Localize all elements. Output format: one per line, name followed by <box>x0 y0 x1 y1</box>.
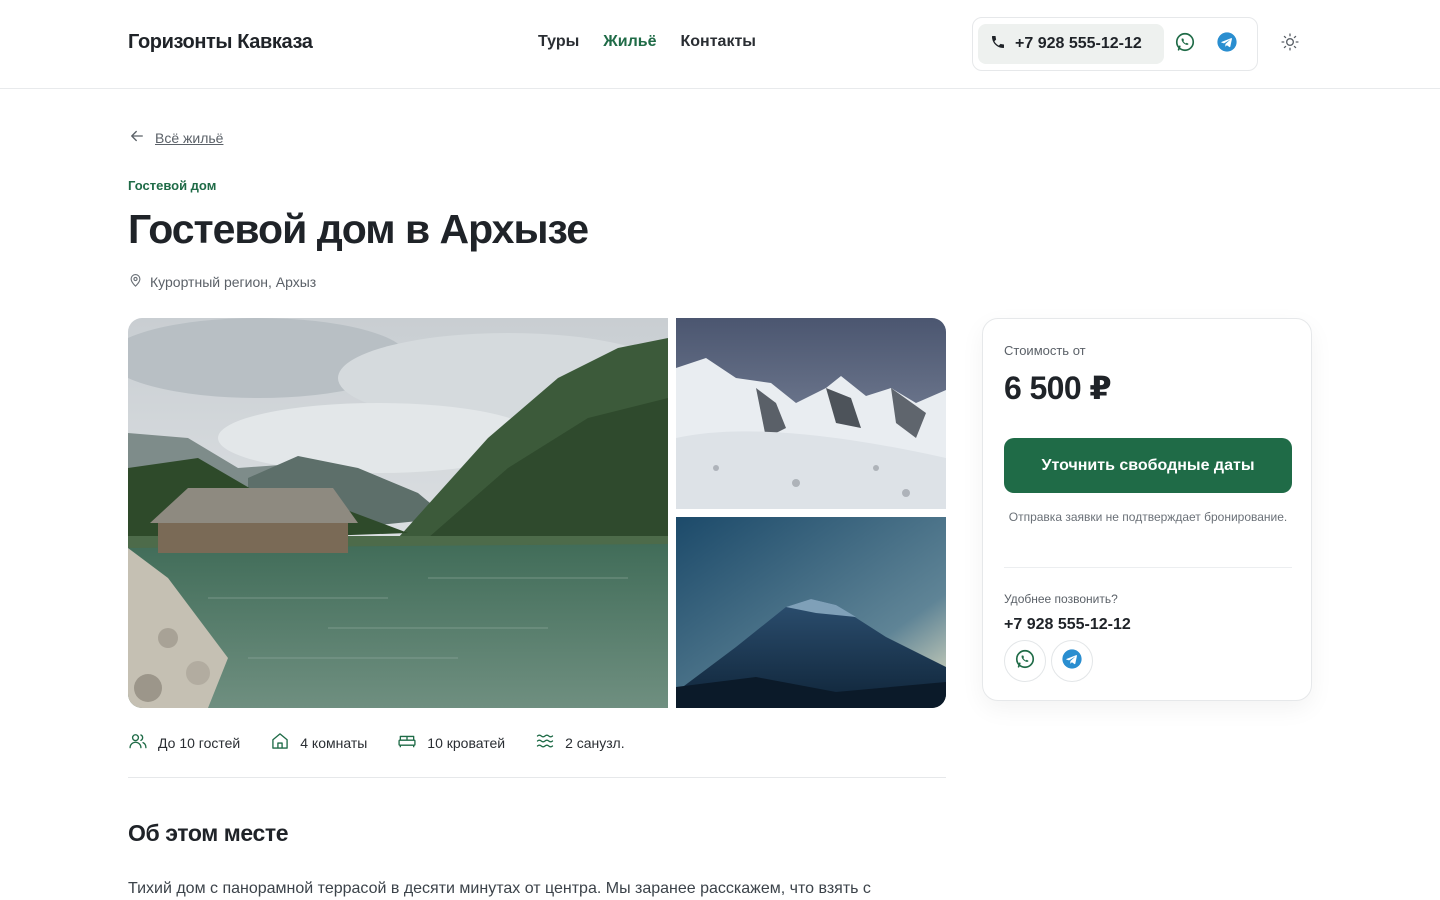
bed-icon <box>397 731 417 754</box>
gallery-photo-snow-peaks[interactable] <box>676 318 946 509</box>
nav-contacts[interactable]: Контакты <box>681 33 756 51</box>
arrow-left-icon <box>128 127 146 148</box>
call-label: Удобнее позвонить? <box>1004 592 1118 606</box>
amenity-rooms-label: 4 комнаты <box>300 734 368 751</box>
bath-icon <box>535 731 555 754</box>
phone-icon <box>990 34 1006 55</box>
booking-note: Отправка заявки не подтверждает брониров… <box>1008 510 1288 524</box>
photo-gallery <box>128 318 946 708</box>
amenity-bathrooms: 2 санузл. <box>535 731 625 754</box>
check-dates-button[interactable]: Уточнить свободные даты <box>1004 438 1292 493</box>
gallery-photo-lake[interactable] <box>128 318 668 708</box>
amenity-beds-label: 10 кроватей <box>427 734 506 751</box>
telegram-icon <box>1061 648 1083 675</box>
amenity-rooms: 4 комнаты <box>270 731 367 754</box>
page-title: Гостевой дом в Архызе <box>128 206 589 252</box>
theme-toggle-button[interactable] <box>1272 26 1308 62</box>
site-header: Горизонты Кавказа Туры Жильё Контакты +7… <box>0 0 1440 89</box>
whatsapp-icon <box>1174 31 1196 58</box>
whatsapp-icon <box>1014 648 1036 675</box>
sun-icon <box>1280 32 1300 57</box>
gallery-photo-volcano-dusk[interactable] <box>676 517 946 708</box>
telegram-icon <box>1216 31 1238 58</box>
back-link-label: Всё жильё <box>155 129 224 146</box>
nav-housing[interactable]: Жильё <box>603 33 656 51</box>
card-messengers <box>1004 640 1093 682</box>
property-location: Курортный регион, Архыз <box>128 273 316 291</box>
users-icon <box>128 731 148 754</box>
main-nav: Туры Жильё Контакты <box>538 33 756 51</box>
header-phone-button[interactable]: +7 928 555-12-12 <box>978 24 1164 64</box>
about-heading: Об этом месте <box>128 820 289 846</box>
header-contacts: +7 928 555-12-12 <box>972 17 1258 71</box>
header-telegram-button[interactable] <box>1206 24 1248 64</box>
amenity-guests: До 10 гостей <box>128 731 240 754</box>
property-kind: Гостевой дом <box>128 178 217 193</box>
header-whatsapp-button[interactable] <box>1164 24 1206 64</box>
section-divider <box>128 777 946 778</box>
nav-tours[interactable]: Туры <box>538 33 579 51</box>
price-value: 6 500 ₽ <box>1004 370 1112 406</box>
booking-card: Стоимость от 6 500 ₽ Уточнить свободные … <box>982 318 1312 701</box>
amenities-list: До 10 гостей 4 комнаты 10 кроватей 2 сан… <box>128 731 625 754</box>
site-logo[interactable]: Горизонты Кавказа <box>128 31 313 54</box>
back-to-all-housing-link[interactable]: Всё жильё <box>128 127 223 148</box>
header-phone-number: +7 928 555-12-12 <box>1015 35 1142 52</box>
amenity-beds: 10 кроватей <box>397 731 505 754</box>
card-phone-link[interactable]: +7 928 555-12-12 <box>1004 616 1131 634</box>
about-text: Тихий дом с панорамной террасой в десяти… <box>128 880 871 897</box>
card-whatsapp-button[interactable] <box>1004 640 1046 682</box>
home-icon <box>270 731 290 754</box>
location-label: Курортный регион, Архыз <box>150 274 317 290</box>
map-pin-icon <box>128 273 143 291</box>
amenity-guests-label: До 10 гостей <box>158 734 241 751</box>
card-divider <box>1004 567 1292 568</box>
price-label: Стоимость от <box>1004 343 1086 358</box>
amenity-bathrooms-label: 2 санузл. <box>565 734 625 751</box>
card-telegram-button[interactable] <box>1051 640 1093 682</box>
